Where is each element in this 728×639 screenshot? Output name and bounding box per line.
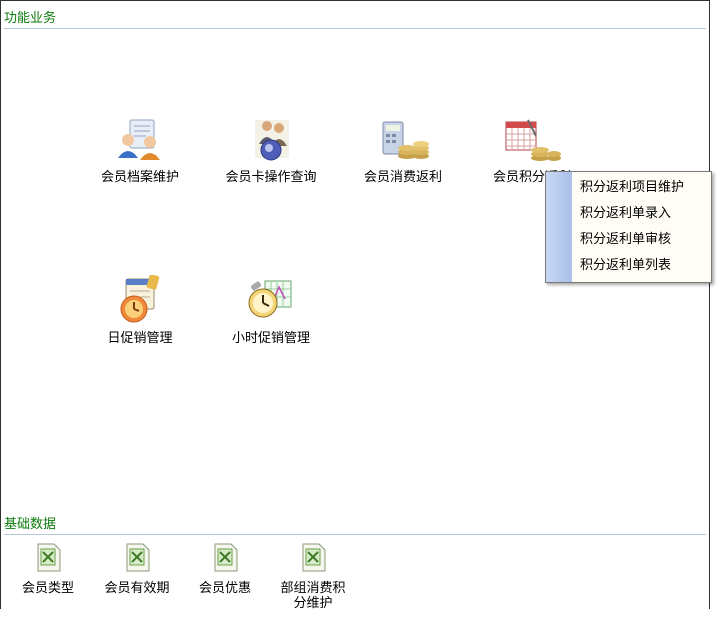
points-rebate-context-menu: 积分返利项目维护 积分返利单录入 积分返利单审核 积分返利单列表 <box>545 171 712 283</box>
spreadsheet-icon <box>126 543 150 572</box>
tile-label: 会员优惠 <box>198 581 251 596</box>
tile-consumption-rebate[interactable]: 会员消费返利 <box>341 116 465 186</box>
menu-icon-stripe <box>546 172 572 282</box>
tile-label: 会员档案维护 <box>100 170 179 185</box>
tile-label: 会员类型 <box>21 581 74 596</box>
tile-member-type[interactable]: 会员类型 <box>3 541 93 596</box>
member-profile-icon <box>118 119 160 160</box>
tile-member-validity[interactable]: 会员有效期 <box>92 541 182 596</box>
spreadsheet-icon <box>214 543 238 572</box>
tile-daily-promotion[interactable]: 日促销管理 <box>78 275 202 347</box>
menu-item-points-rebate-entry[interactable]: 积分返利单录入 <box>580 206 671 222</box>
menu-item-points-rebate-list[interactable]: 积分返利单列表 <box>580 258 671 274</box>
menu-item-points-rebate-review[interactable]: 积分返利单审核 <box>580 232 671 248</box>
tile-member-card-query[interactable]: 会员卡操作查询 <box>209 116 333 186</box>
tile-label: 会员消费返利 <box>363 170 442 185</box>
tile-member-discount[interactable]: 会员优惠 <box>180 541 270 596</box>
tile-label: 日促销管理 <box>107 331 173 346</box>
tile-label: 部组消费积分维护 <box>280 581 346 611</box>
daily-promotion-icon <box>120 275 160 323</box>
section-title-business: 功能业务 <box>4 11 57 26</box>
points-rebate-icon <box>505 119 561 161</box>
tile-label: 会员卡操作查询 <box>225 170 317 185</box>
tile-hourly-promotion[interactable]: 小时促销管理 <box>209 275 333 347</box>
consumption-rebate-icon <box>382 121 429 159</box>
member-card-query-icon <box>255 120 289 161</box>
tile-label: 小时促销管理 <box>231 331 310 346</box>
section-title-basic: 基础数据 <box>4 517 57 532</box>
menu-item-points-rebate-project[interactable]: 积分返利项目维护 <box>580 180 684 196</box>
tile-member-profile[interactable]: 会员档案维护 <box>78 116 202 186</box>
spreadsheet-icon <box>37 543 61 572</box>
hourly-promotion-icon <box>248 280 292 318</box>
section-divider-business <box>4 28 706 29</box>
spreadsheet-icon <box>302 543 326 572</box>
tile-label: 会员有效期 <box>104 581 170 596</box>
tile-dept-points[interactable]: 部组消费积分维护 <box>268 541 358 611</box>
section-divider-basic <box>4 534 706 535</box>
